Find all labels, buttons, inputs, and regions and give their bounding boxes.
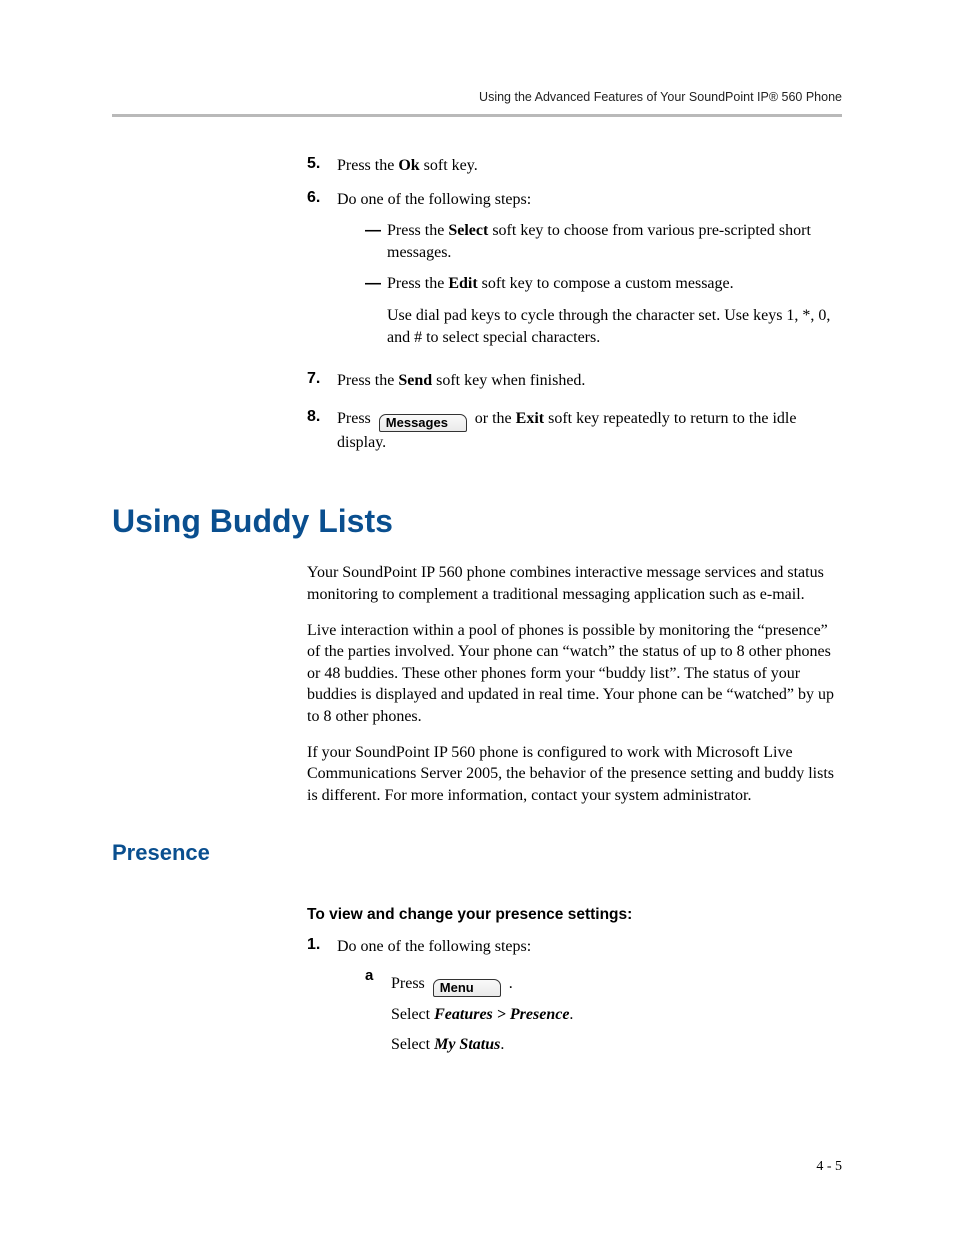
key-name: Select <box>448 222 488 239</box>
step-number: 7. <box>307 370 337 392</box>
step-1: 1. Do one of the following steps: a Pres… <box>307 936 842 1057</box>
substep-a: a Press Menu . Select Features > Presenc… <box>365 966 842 1057</box>
page-number: 4 - 5 <box>816 1159 842 1175</box>
key-name: Ok <box>398 157 419 174</box>
text: Press the <box>337 157 398 174</box>
note-text: Use dial pad keys to cycle through the c… <box>387 305 842 348</box>
presence-block: To view and change your presence setting… <box>307 906 842 1057</box>
text: Press <box>391 975 429 992</box>
key-name: Edit <box>448 275 477 292</box>
text: or the <box>471 410 516 427</box>
menu-button-icon: Menu <box>433 979 501 997</box>
intro-block: Your SoundPoint IP 560 phone combines in… <box>307 562 842 806</box>
paragraph: Live interaction within a pool of phones… <box>307 620 842 728</box>
paragraph: If your SoundPoint IP 560 phone is confi… <box>307 742 842 807</box>
step-number: 5. <box>307 155 337 177</box>
dash-bullet: — <box>365 273 387 348</box>
procedure-title: To view and change your presence setting… <box>307 906 842 924</box>
heading-presence: Presence <box>112 840 842 866</box>
text: soft key to compose a custom message. <box>478 275 734 292</box>
text: . <box>569 1006 573 1023</box>
step-5: 5. Press the Ok soft key. <box>307 155 842 177</box>
header-rule <box>112 114 842 117</box>
step-8: 8. Press Messages or the Exit soft key r… <box>307 408 842 454</box>
step-6: 6. Do one of the following steps: — Pres… <box>307 189 842 359</box>
page: Using the Advanced Features of Your Soun… <box>0 0 954 1235</box>
text: . <box>505 975 513 992</box>
step-number: 1. <box>307 936 337 1057</box>
text: Press the <box>387 222 448 239</box>
substep: — Press the Select soft key to choose fr… <box>365 220 842 263</box>
messages-button-icon: Messages <box>379 414 467 432</box>
menu-path: Features > Presence <box>434 1006 569 1023</box>
heading-using-buddy-lists: Using Buddy Lists <box>112 503 842 540</box>
alpha-marker: a <box>365 966 391 1057</box>
menu-path: My Status <box>434 1036 500 1053</box>
text: Select <box>391 1036 434 1053</box>
text: Press the <box>387 275 448 292</box>
key-name: Exit <box>516 410 544 427</box>
step-number: 6. <box>307 189 337 359</box>
text: Press the <box>337 372 398 389</box>
dash-bullet: — <box>365 220 387 263</box>
substep: — Press the Edit soft key to compose a c… <box>365 273 842 348</box>
text: . <box>500 1036 504 1053</box>
text: Do one of the following steps: <box>337 938 531 955</box>
text: soft key when finished. <box>432 372 585 389</box>
step-number: 8. <box>307 408 337 454</box>
step-7: 7. Press the Send soft key when finished… <box>307 370 842 392</box>
running-header: Using the Advanced Features of Your Soun… <box>112 90 842 114</box>
steps-continued: 5. Press the Ok soft key. 6. Do one of t… <box>307 155 842 453</box>
text: soft key. <box>420 157 478 174</box>
text: Do one of the following steps: <box>337 191 531 208</box>
text: Press <box>337 410 375 427</box>
paragraph: Your SoundPoint IP 560 phone combines in… <box>307 562 842 605</box>
text: Select <box>391 1006 434 1023</box>
key-name: Send <box>398 372 432 389</box>
